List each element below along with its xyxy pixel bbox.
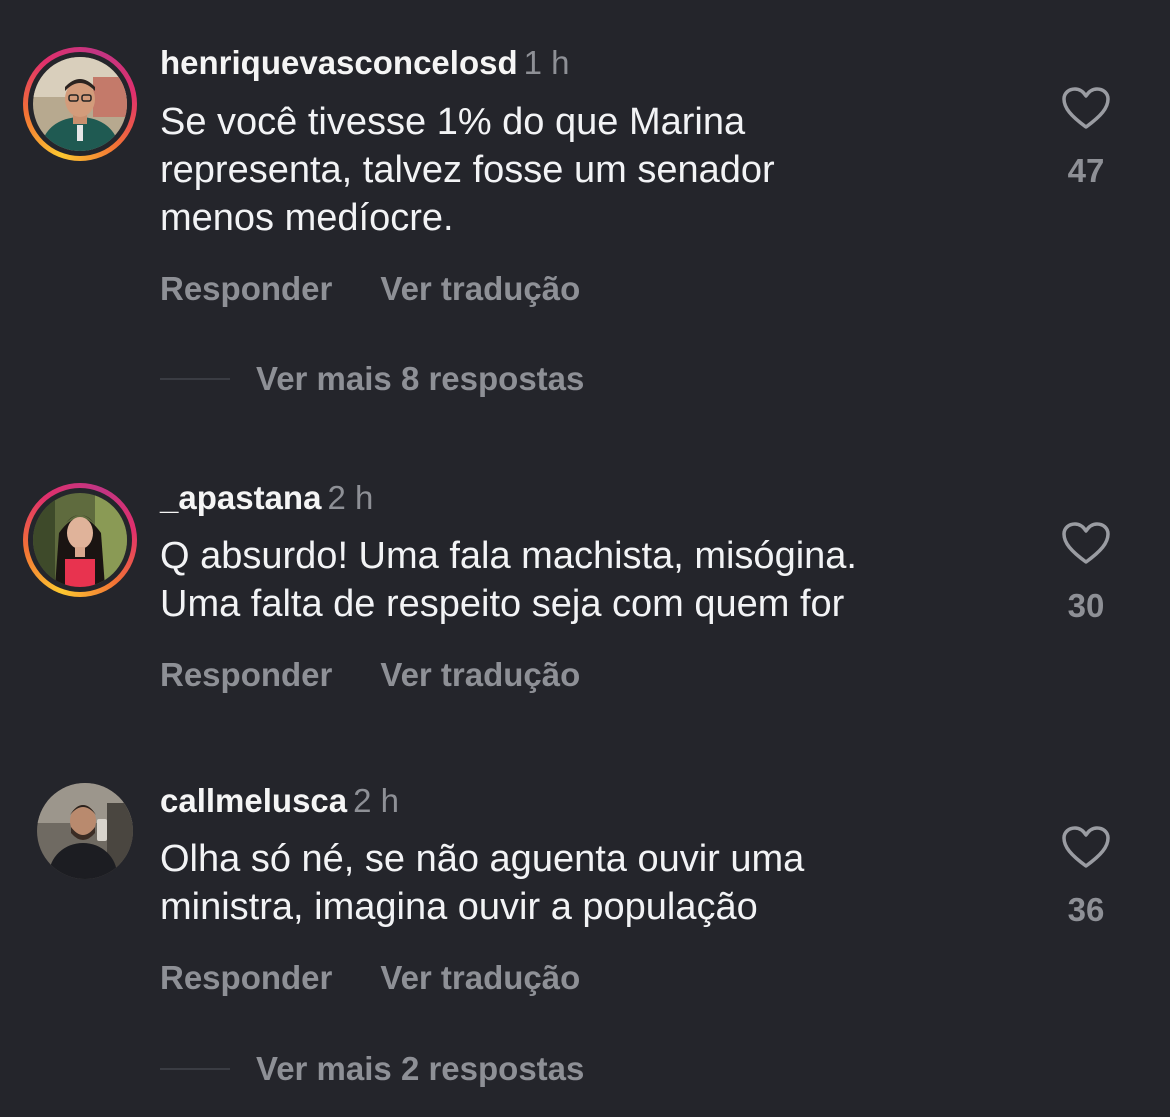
comment-text-line: ministra, imagina ouvir a população [160,886,758,928]
like-count: 47 [1067,152,1105,189]
like-control[interactable]: 36 [1050,825,1122,929]
view-more-replies[interactable]: Ver mais 2 respostas [160,1049,660,1089]
username[interactable]: _apastana [160,479,321,516]
avatar[interactable] [37,783,133,879]
comment-text: Olha só né, se não aguenta ouvir uma min… [160,835,804,931]
comment-text-line: Olha só né, se não aguenta ouvir uma [160,838,805,880]
like-count: 30 [1067,587,1105,624]
story-ring-avatar[interactable] [23,483,137,597]
reply-button[interactable]: Responder [160,958,332,998]
reply-button[interactable]: Responder [160,655,332,695]
comment-text-line: representa, talvez fosse um senador [160,149,775,191]
profile-photo-icon [33,493,127,587]
translate-button[interactable]: Ver tradução [380,269,580,309]
heart-icon[interactable] [1061,825,1111,869]
comment-actions: Responder Ver tradução [160,958,580,998]
comment-text-line: Se você tivesse 1% do que Marina [160,101,746,143]
story-ring-avatar[interactable] [23,47,137,161]
comment-text-line: menos medíocre. [160,197,454,239]
like-count: 36 [1067,891,1105,928]
like-control[interactable]: 47 [1050,86,1122,190]
replies-divider [160,378,230,380]
username[interactable]: callmelusca [160,782,347,819]
avatar-wrap[interactable] [23,783,137,897]
timestamp: 2 h [353,782,399,819]
comment-text-line: Uma falta de respeito seja com quem for [160,583,845,625]
comment-actions: Responder Ver tradução [160,269,580,309]
avatar[interactable] [33,57,127,151]
profile-photo-icon [33,57,127,151]
view-more-replies-label[interactable]: Ver mais 8 respostas [256,359,584,399]
timestamp: 1 h [523,44,570,81]
reply-button[interactable]: Responder [160,269,332,309]
comment-header: _apastana 2 h [160,478,373,518]
comment-text: Se você tivesse 1% do que Marina represe… [160,98,775,242]
comment-header: henriquevasconcelosd 1 h [160,43,570,83]
heart-icon[interactable] [1061,86,1111,130]
comment-actions: Responder Ver tradução [160,655,580,695]
avatar[interactable] [33,493,127,587]
translate-button[interactable]: Ver tradução [380,655,580,695]
comment-text: Q absurdo! Uma fala machista, misógina. … [160,532,857,628]
view-more-replies-label[interactable]: Ver mais 2 respostas [256,1049,584,1089]
comment-text-line: Q absurdo! Uma fala machista, misógina. [160,535,857,577]
timestamp: 2 h [327,479,374,516]
translate-button[interactable]: Ver tradução [380,958,580,998]
like-control[interactable]: 30 [1050,521,1122,625]
heart-icon[interactable] [1061,521,1111,565]
profile-photo-icon [37,783,133,879]
view-more-replies[interactable]: Ver mais 8 respostas [160,359,660,399]
comment-header: callmelusca 2 h [160,781,399,821]
replies-divider [160,1068,230,1070]
username[interactable]: henriquevasconcelosd [160,44,518,81]
